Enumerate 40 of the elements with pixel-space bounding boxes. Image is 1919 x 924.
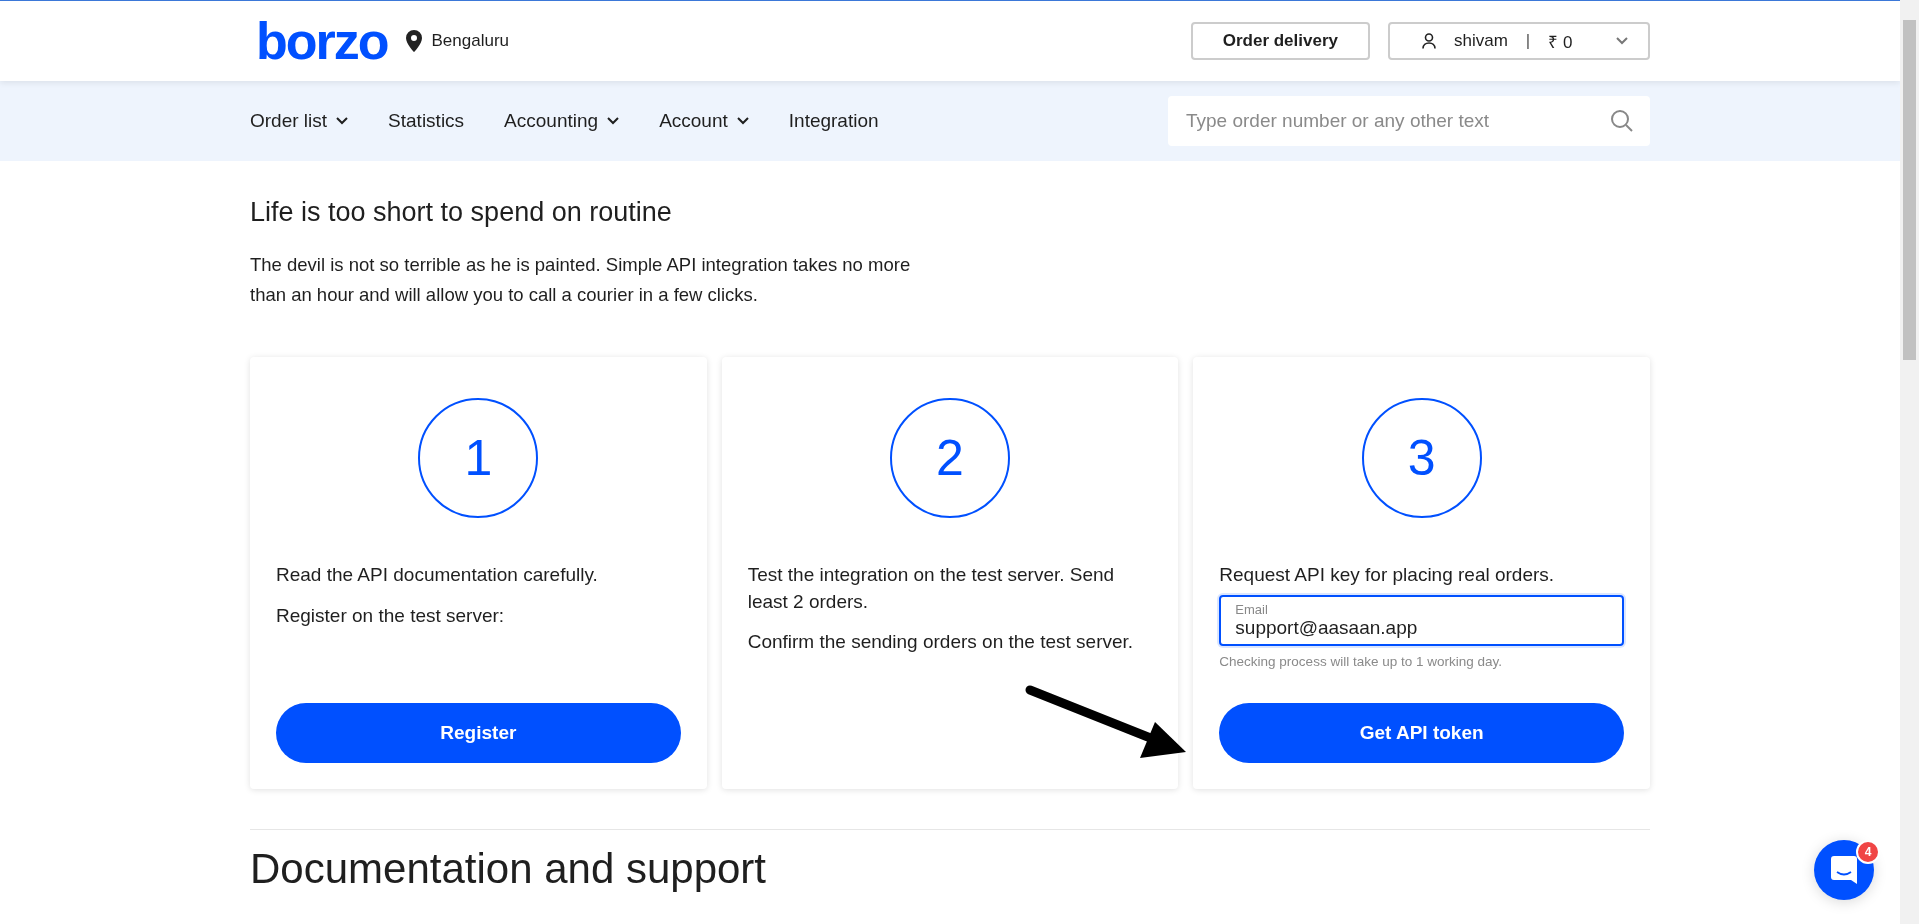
step-text: Read the API documentation carefully. [276, 563, 599, 588]
separator-text: | [1525, 31, 1531, 51]
step-text: Register on the test server: [276, 603, 506, 628]
chevron-down-icon [1616, 37, 1628, 45]
step-text: Test the integration on the test server. Send least 2 orders. [747, 563, 1116, 614]
chat-bubble-icon [1831, 856, 1857, 884]
chevron-down-icon [336, 117, 349, 125]
borzo-logo[interactable]: borzo [256, 15, 388, 67]
section-heading: Documentation and support [250, 846, 767, 893]
user-name: shivam [1454, 31, 1508, 51]
user-menu[interactable]: shivam | ₹ 0 [1388, 22, 1650, 60]
order-delivery-button[interactable]: Order delivery [1190, 22, 1370, 60]
intro-paragraph: The devil is not so terrible as he is painted. Simple API integration takes no more than an hour and will allow you to call a courier in a few clicks. [250, 253, 912, 307]
location-pin-icon [405, 30, 422, 52]
notification-badge: 4 [1856, 840, 1880, 864]
step-number-circle: 2 [890, 398, 1010, 519]
get-api-token-button[interactable]: Get API token [1219, 703, 1624, 764]
chevron-down-icon [736, 117, 749, 125]
search-icon [1610, 109, 1634, 133]
hint-text: Checking process will take up to 1 working day. [1219, 653, 1503, 669]
nav-menu-item[interactable]: Accounting [504, 110, 620, 132]
city-name[interactable]: Bengaluru [431, 31, 510, 51]
nav-menu-item[interactable]: Account [659, 110, 749, 132]
search-bar[interactable]: Type order number or any other text [1168, 96, 1650, 146]
nav-menu-item[interactable]: Order list [250, 110, 349, 132]
scrollbar[interactable] [1900, 0, 1919, 924]
step-number-circle: 3 [1361, 398, 1482, 519]
step-text: Confirm the sending orders on the test server. [747, 630, 1135, 655]
balance-text: ₹ 0 [1548, 31, 1574, 53]
email-field[interactable]: Email support@aasaan.app [1219, 594, 1624, 646]
step-text: Request API key for placing real orders. [1219, 563, 1556, 588]
person-icon [1422, 33, 1436, 49]
step-number-circle: 1 [418, 398, 539, 519]
nav-menu-item[interactable]: Statistics [388, 110, 465, 132]
page-heading: Life is too short to spend on routine [250, 197, 673, 228]
chevron-down-icon [607, 117, 620, 125]
register-button[interactable]: Register [276, 703, 681, 764]
chat-button[interactable] [1814, 840, 1874, 900]
scrollbar-thumb[interactable] [1903, 20, 1916, 360]
nav-menu-item[interactable]: Integration [788, 110, 879, 132]
